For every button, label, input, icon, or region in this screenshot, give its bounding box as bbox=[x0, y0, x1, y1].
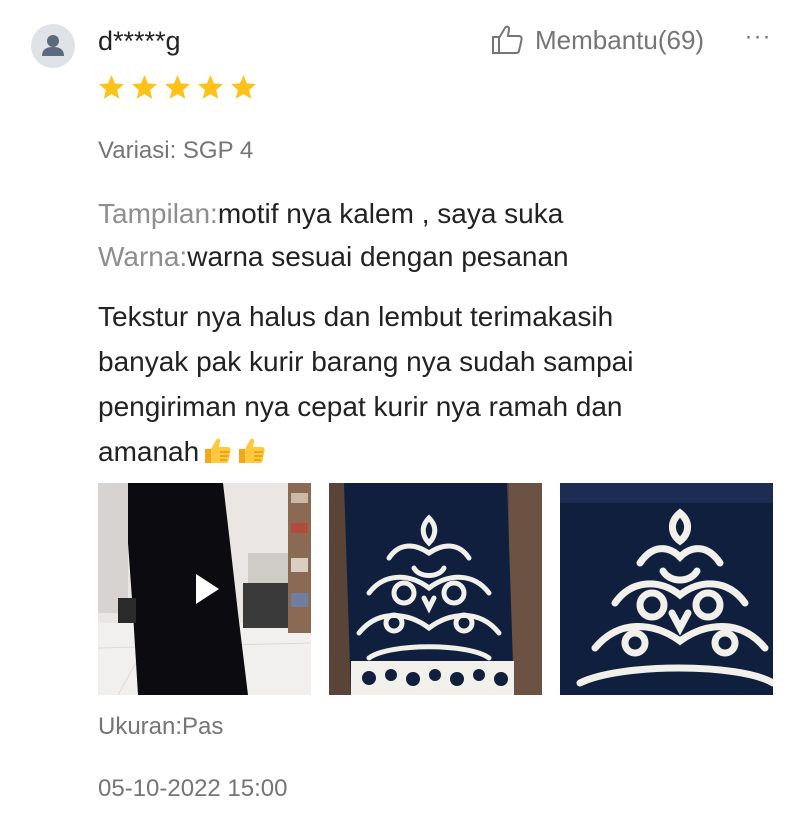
thumbs-up-icon bbox=[492, 25, 523, 54]
comment-line: amanah bbox=[98, 429, 738, 474]
attribute-value: warna sesuai dengan pesanan bbox=[187, 241, 569, 272]
comment-line: banyak pak kurir barang nya sudah sampai bbox=[98, 346, 634, 377]
variation-label: Variasi: SGP 4 bbox=[98, 137, 254, 164]
review-video-thumbnail[interactable] bbox=[98, 483, 311, 695]
review-timestamp: 05-10-2022 15:00 bbox=[98, 775, 288, 802]
thumbs-up-emoji bbox=[239, 438, 265, 463]
star-icon bbox=[132, 75, 157, 99]
helpful-count-label: Membantu(69) bbox=[535, 24, 705, 55]
star-icon bbox=[99, 75, 124, 99]
review-photo[interactable] bbox=[560, 483, 773, 695]
attribute-value: motif nya kalem , saya suka bbox=[217, 198, 564, 229]
size-fit-label: Ukuran:Pas bbox=[98, 713, 224, 740]
review-photo[interactable] bbox=[329, 483, 542, 695]
attribute-key: Tampilan: bbox=[98, 198, 218, 229]
user-icon bbox=[42, 35, 64, 56]
helpful-button[interactable]: Membantu(69) bbox=[491, 22, 704, 58]
star-icon bbox=[165, 75, 190, 99]
star-icon bbox=[198, 75, 223, 99]
more-options-button[interactable]: ··· bbox=[738, 22, 778, 58]
reviewer-name: d*****g bbox=[98, 26, 181, 56]
review-card: d*****g Membantu(69) ··· Variasi: SGP 4 … bbox=[0, 0, 800, 833]
rating-stars bbox=[97, 73, 262, 102]
thumbs-up-emoji bbox=[205, 438, 231, 463]
attribute-key: Warna: bbox=[98, 241, 188, 272]
comment-line: pengiriman nya cepat kurir nya ramah dan bbox=[98, 391, 623, 422]
star-icon bbox=[231, 75, 256, 99]
attribute-color: Warna:warna sesuai dengan pesanan bbox=[98, 240, 569, 274]
avatar[interactable] bbox=[31, 24, 75, 68]
comment-line: Tekstur nya halus dan lembut terimakasih bbox=[98, 301, 614, 332]
attribute-appearance: Tampilan:motif nya kalem , saya suka bbox=[98, 197, 563, 231]
review-comment: Tekstur nya halus dan lembut terimakasih… bbox=[98, 294, 738, 474]
